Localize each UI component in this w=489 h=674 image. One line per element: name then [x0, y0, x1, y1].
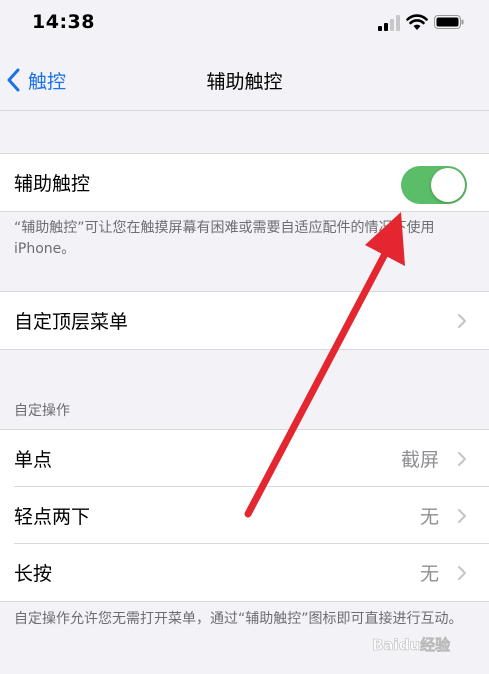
chevron-right-icon	[458, 566, 466, 580]
status-bar: 14:38	[0, 0, 489, 46]
assistive-touch-toggle[interactable]	[401, 166, 467, 204]
custom-actions-header: 自定操作	[14, 403, 70, 419]
long-press-row[interactable]: 长按 无	[0, 544, 489, 601]
wifi-icon	[406, 14, 428, 30]
custom-actions-footnote: 自定操作允许您无需打开菜单，通过“辅助触控”图标即可直接进行互动。	[14, 611, 463, 627]
assistive-touch-footnote: “辅助触控”可让您在触摸屏幕有困难或需要自适应配件的情况下使用iPhone。	[14, 220, 435, 257]
customize-top-menu-label: 自定顶层菜单	[14, 311, 129, 333]
status-time: 14:38	[32, 11, 95, 33]
customize-top-menu-row[interactable]: 自定顶层菜单	[0, 292, 489, 349]
double-tap-value: 无	[419, 506, 439, 528]
assistive-touch-group: 辅助触控	[0, 153, 489, 212]
baidu-watermark-logo: Baidu经验	[372, 636, 451, 655]
single-tap-row[interactable]: 单点 截屏	[0, 430, 489, 487]
double-tap-label: 轻点两下	[14, 506, 91, 528]
cellular-signal-icon	[378, 15, 400, 31]
navigation-bar: 触控 辅助触控	[0, 46, 489, 111]
double-tap-row[interactable]: 轻点两下 无	[0, 487, 489, 544]
chevron-right-icon	[458, 314, 466, 328]
page-title: 辅助触控	[206, 71, 283, 93]
top-menu-group: 自定顶层菜单	[0, 291, 489, 350]
long-press-label: 长按	[14, 563, 53, 585]
toggle-knob	[431, 168, 465, 202]
chevron-right-icon	[458, 452, 466, 466]
custom-actions-group: 单点 截屏 轻点两下 无 长按 无	[0, 429, 489, 602]
long-press-value: 无	[419, 563, 439, 585]
single-tap-value: 截屏	[400, 449, 439, 471]
assistive-touch-row: 辅助触控	[0, 154, 489, 211]
chevron-right-icon	[458, 509, 466, 523]
single-tap-label: 单点	[14, 449, 53, 471]
assistive-touch-label: 辅助触控	[14, 173, 91, 195]
svg-text:Baidu经验: Baidu经验	[372, 636, 451, 654]
battery-icon	[434, 15, 464, 29]
